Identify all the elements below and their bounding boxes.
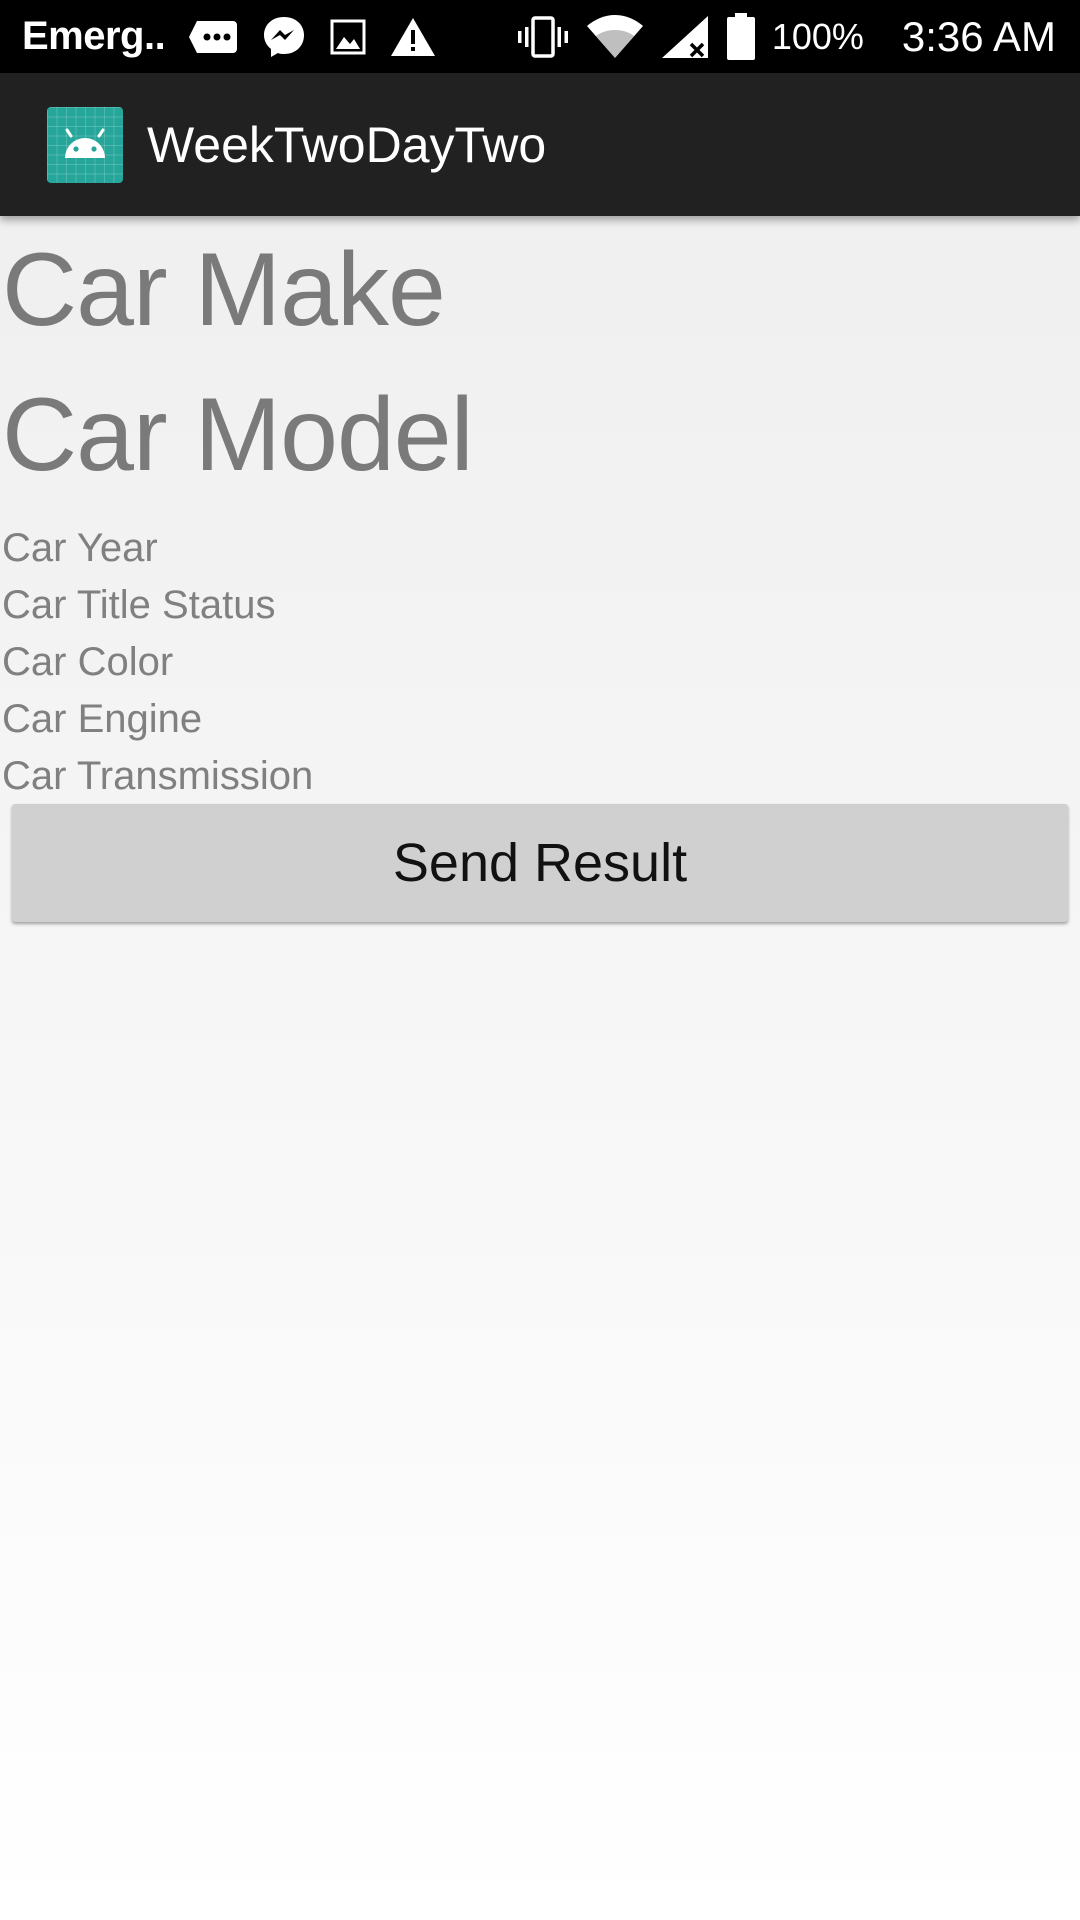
vibrate-icon — [516, 15, 570, 59]
image-icon — [329, 18, 367, 56]
app-title: WeekTwoDayTwo — [147, 116, 547, 173]
messenger-icon — [261, 14, 307, 60]
car-transmission-text: Car Transmission — [2, 754, 314, 798]
status-bar: Emerg.. 100% 3:36 AM — [0, 0, 1080, 73]
wifi-icon — [586, 14, 644, 60]
car-model-text: Car Model — [2, 377, 474, 493]
car-make-text: Car Make — [2, 232, 446, 348]
android-icon — [47, 106, 123, 183]
car-title-status-text: Car Title Status — [2, 583, 276, 627]
car-color-text: Car Color — [2, 640, 174, 684]
warning-icon — [389, 16, 437, 58]
car-engine-text: Car Engine — [2, 697, 203, 741]
action-bar: WeekTwoDayTwo — [0, 73, 1080, 216]
signal-icon — [660, 14, 710, 60]
send-result-button[interactable]: Send Result — [12, 804, 1068, 922]
clock: 3:36 AM — [901, 12, 1056, 60]
battery-icon — [726, 12, 756, 61]
sms-icon — [187, 17, 239, 57]
main-content: Car Make Car Model Car Year Car Title St… — [0, 216, 1080, 805]
carrier-label: Emerg.. — [22, 14, 166, 58]
battery-percent: 100% — [771, 15, 864, 57]
status-right: 100% 3:36 AM — [516, 12, 1056, 61]
car-year-text: Car Year — [2, 526, 158, 570]
status-left: Emerg.. — [22, 14, 437, 60]
